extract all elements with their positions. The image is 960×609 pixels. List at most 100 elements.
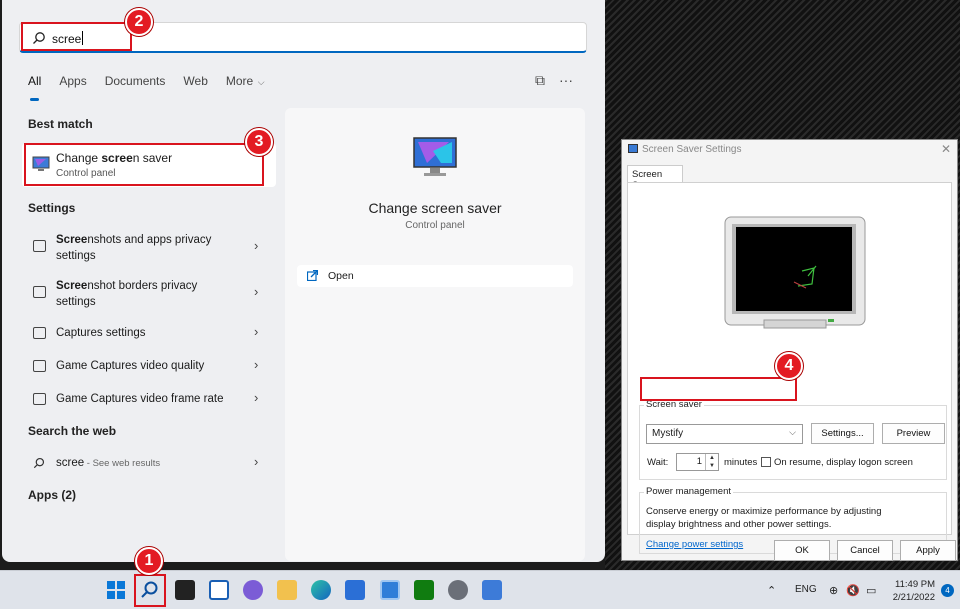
wait-minutes-stepper[interactable]: 1 ▲ ▼ [676,453,719,471]
widgets-icon[interactable] [209,580,229,600]
power-description-line-2: display brightness and other power setti… [646,519,832,530]
screen-saver-select[interactable]: Mystify ⌵ [646,424,803,444]
section-best-match: Best match [28,117,93,131]
xbox-icon[interactable] [414,580,434,600]
ok-button[interactable]: OK [774,540,830,561]
language-indicator[interactable]: ENG [795,584,817,595]
capture-icon [33,360,46,372]
chevron-right-icon: › [254,324,259,339]
settings-item-label-bold: Scree [56,234,88,246]
preview-button[interactable]: Preview [882,423,945,444]
tab-screen-saver[interactable]: Screen Saver [627,165,683,191]
settings-item-label-rest: nshot borders privacy [87,280,198,292]
chevron-right-icon: › [254,284,259,299]
clock-time: 11:49 PM [895,579,935,590]
screen-saver-app-icon[interactable] [482,580,502,600]
settings-item-label: Game Captures video frame rate [56,393,224,405]
screen-saver-selected: Mystify [652,428,684,439]
annotation-box-taskbar-search [134,574,166,607]
settings-item-label: Captures settings [56,327,146,339]
speaker-muted-icon[interactable]: 🔇 [846,584,860,597]
settings-item-label: Game Captures video quality [56,360,205,372]
detail-title: Change screen saver [368,200,502,216]
more-options-icon[interactable]: ··· [559,72,573,89]
cancel-button[interactable]: Cancel [837,540,893,561]
chevron-right-icon: › [254,390,259,405]
settings-item-video-quality[interactable]: Game Captures video quality › [28,357,268,374]
web-search-result[interactable]: scree - See web results › [28,454,268,472]
tab-more-label: More [225,74,254,88]
photos-icon[interactable] [380,580,400,600]
tab-apps[interactable]: Apps [59,74,86,94]
tab-web[interactable]: Web [183,74,207,94]
settings-item-label-line2: settings [56,296,96,308]
detail-subtitle: Control panel [405,220,465,231]
settings-item-video-frame-rate[interactable]: Game Captures video frame rate › [28,390,268,407]
tab-documents[interactable]: Documents [105,74,166,94]
resume-logon-checkbox[interactable] [761,457,771,467]
web-search-label: scree - See web results [56,455,160,472]
clock-date: 2/21/2022 [892,592,935,603]
open-external-icon [307,270,318,281]
stepper-arrows-icon[interactable]: ▲ ▼ [705,454,718,470]
wait-value: 1 [696,456,702,467]
globe-icon[interactable]: ⊕ [829,584,838,597]
step-badge-1: 1 [135,547,163,575]
privacy-icon [33,240,46,252]
image-icon [33,286,46,298]
annotation-box-best-match [24,143,264,186]
chevron-down-icon: ⌵ [255,77,265,87]
chevron-up-icon[interactable]: ⌃ [767,584,776,597]
screen-saver-large-icon [413,137,457,176]
system-clock[interactable]: 11:49 PM 2/21/2022 [887,578,935,604]
share-network-icon[interactable]: ⧉ [535,72,545,89]
resume-logon-label: On resume, display logon screen [774,457,913,468]
open-action[interactable]: Open [297,265,573,287]
close-icon[interactable]: ✕ [941,142,951,156]
search-icon [33,457,45,469]
start-icon[interactable] [106,580,126,600]
power-management-legend: Power management [644,486,734,497]
section-apps: Apps (2) [28,488,76,502]
apply-button[interactable]: Apply [900,540,956,561]
settings-item-label-bold: Scree [56,280,88,292]
settings-item-captures[interactable]: Captures settings › [28,324,268,341]
settings-item-label: Screenshots and apps privacy settings [56,232,211,264]
settings-gear-icon[interactable] [448,580,468,600]
tab-all[interactable]: All [28,74,41,101]
change-power-settings-link[interactable]: Change power settings [646,539,743,550]
annotation-box-search [21,22,132,51]
monitor-preview [724,216,866,329]
edge-icon[interactable] [311,580,331,600]
open-label: Open [328,270,354,282]
chevron-right-icon: › [254,238,259,253]
tab-more[interactable]: More ⌵ [226,74,265,94]
capture-icon [33,393,46,405]
power-description-line-1: Conserve energy or maximize performance … [646,506,882,517]
settings-item-screenshots-privacy[interactable]: Screenshots and apps privacy settings › [28,232,268,264]
task-view-icon[interactable] [175,580,195,600]
minutes-label: minutes [724,457,758,468]
web-search-query: scree [56,457,85,469]
annotation-box-screen-saver [640,377,797,401]
chat-icon[interactable] [243,580,263,600]
search-filter-tabs: All Apps Documents Web More ⌵ [28,74,283,101]
section-settings: Settings [28,201,76,215]
web-search-suffix: - See web results [84,458,161,469]
battery-icon[interactable]: ▭ [866,584,876,597]
settings-button[interactable]: Settings... [811,423,874,444]
capture-icon [33,327,46,339]
result-detail-pane: Change screen saver Control panel Open [285,108,585,561]
settings-item-label-line2: settings [56,250,96,262]
store-icon[interactable] [345,580,365,600]
settings-item-borders-privacy[interactable]: Screenshot borders privacy settings › [28,278,268,310]
screen-saver-settings-dialog: Screen Saver Settings ✕ Screen Saver Scr… [621,139,958,561]
step-badge-3: 3 [245,128,273,156]
file-explorer-icon[interactable] [277,580,297,600]
step-badge-2: 2 [125,8,153,36]
notification-count-badge[interactable]: 4 [941,584,954,597]
section-search-web: Search the web [28,424,117,438]
wait-label: Wait: [647,457,669,468]
monitor-icon [628,144,638,153]
chevron-right-icon: › [254,454,259,469]
